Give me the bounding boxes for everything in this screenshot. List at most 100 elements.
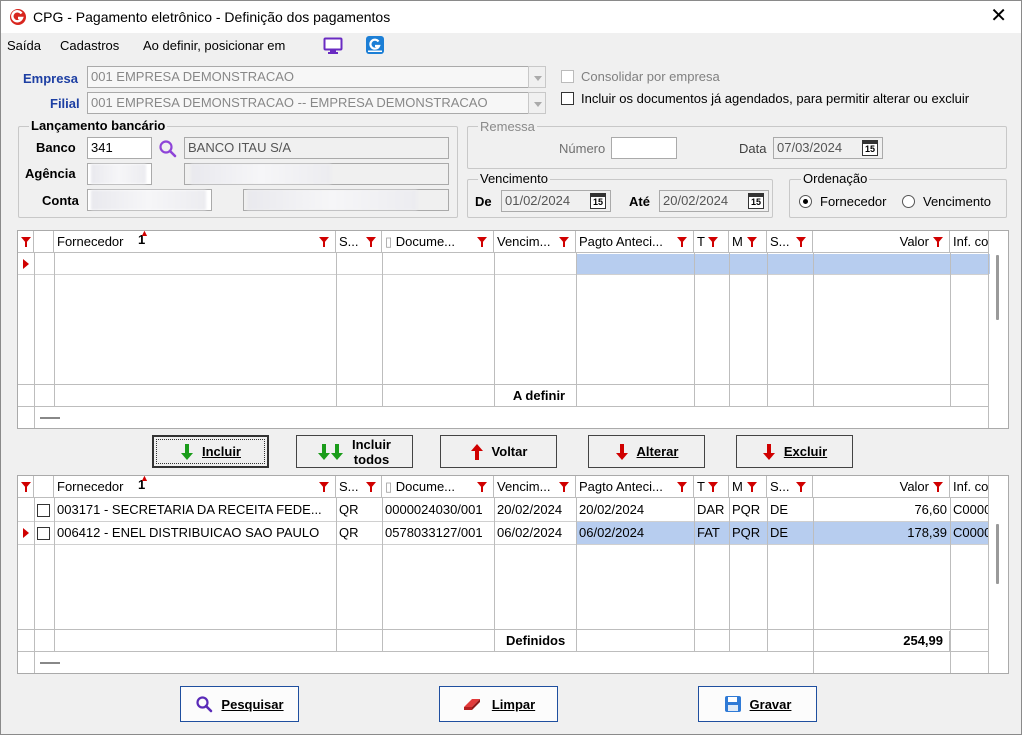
g-app-icon[interactable] <box>365 35 385 55</box>
banco-label: Banco <box>36 140 76 155</box>
header-s2[interactable]: S... <box>767 476 813 498</box>
cell-valor: 76,60 <box>914 502 947 517</box>
header-t[interactable]: T <box>694 231 729 253</box>
consolidar-checkbox[interactable] <box>561 70 574 83</box>
h-scroll-thumb[interactable] <box>40 662 60 664</box>
search-banco-icon[interactable] <box>158 139 178 159</box>
cell-inf: C0000 <box>953 525 988 540</box>
agencia-label: Agência <box>25 166 76 181</box>
filter-icon <box>796 237 806 247</box>
incluir-agendados-checkbox[interactable] <box>561 92 574 105</box>
header-vencimento[interactable]: Vencim... <box>494 476 576 498</box>
numero-input[interactable] <box>611 137 677 159</box>
header-s2[interactable]: S... <box>767 231 813 253</box>
incluir-todos-button[interactable]: Incluir todos <box>296 435 413 468</box>
arrow-up-red-icon <box>470 443 483 460</box>
cell-s: QR <box>339 525 359 540</box>
search-icon <box>196 696 213 713</box>
banco-code-input[interactable]: 341 <box>87 137 152 159</box>
header-vencimento[interactable]: Vencim... <box>494 231 576 253</box>
table-row-selected[interactable] <box>576 254 990 274</box>
ate-label: Até <box>629 194 650 209</box>
header-valor[interactable]: Valor <box>813 231 950 253</box>
header-t[interactable]: T <box>694 476 729 498</box>
gravar-button[interactable]: Gravar <box>698 686 817 722</box>
footer-a-definir: A definir <box>512 388 566 403</box>
header-inf[interactable]: Inf. co <box>950 231 990 253</box>
filter-icon <box>559 482 569 492</box>
cell-s: QR <box>339 502 359 517</box>
v-scroll-thumb[interactable] <box>996 255 999 320</box>
row-checkbox[interactable] <box>37 504 50 517</box>
v-scroll-thumb[interactable] <box>996 524 999 584</box>
table-row[interactable]: 003171 - SECRETARIA DA RECEITA FEDE... Q… <box>18 499 988 521</box>
filter-icon <box>747 237 757 247</box>
header-arrow-col[interactable] <box>18 476 34 498</box>
menu-cadastros[interactable]: Cadastros <box>60 38 119 53</box>
radio-fornecedor[interactable] <box>799 195 812 208</box>
cell-m: PQR <box>732 502 761 517</box>
header-m[interactable]: M <box>729 476 767 498</box>
grid-a-definir[interactable]: Fornecedor 1 ▲ S... ▯ Docume... Vencim..… <box>17 230 1009 429</box>
incluir-button[interactable]: Incluir <box>152 435 269 468</box>
filial-combo[interactable]: 001 EMPRESA DEMONSTRACAO -- EMPRESA DEMO… <box>87 92 529 114</box>
filial-dropdown-icon[interactable] <box>528 92 546 114</box>
header-s[interactable]: S... <box>336 476 382 498</box>
alterar-button[interactable]: Alterar <box>588 435 705 468</box>
h-scroll-thumb[interactable] <box>40 417 60 419</box>
cell-t: FAT <box>697 525 720 540</box>
title-bar: CPG - Pagamento eletrônico - Definição d… <box>1 1 1021 33</box>
cell-inf: C0000 <box>953 502 988 517</box>
limpar-button[interactable]: Limpar <box>439 686 558 722</box>
header-documento[interactable]: ▯ Docume... <box>382 476 494 498</box>
header-pagto[interactable]: Pagto Anteci... <box>576 476 694 498</box>
grid-definidos[interactable]: Fornecedor 1 ▲ S... ▯ Docume... Vencim..… <box>17 475 1009 674</box>
footer-total: 254,99 <box>813 631 950 651</box>
calendar-ate-icon[interactable]: 15 <box>748 193 764 209</box>
menu-ao-definir[interactable]: Ao definir, posicionar em <box>143 38 285 53</box>
filter-icon <box>366 237 376 247</box>
remessa-title: Remessa <box>478 119 537 134</box>
header-m[interactable]: M <box>729 231 767 253</box>
cell-vencimento: 06/02/2024 <box>497 525 563 540</box>
header-check-col[interactable] <box>34 476 54 498</box>
header-documento[interactable]: ▯ Docume... <box>382 231 494 253</box>
cell-vencimento: 20/02/2024 <box>497 502 563 517</box>
radio-vencimento[interactable] <box>902 195 915 208</box>
double-arrow-down-green-icon <box>317 443 343 460</box>
calendar-data-icon[interactable]: 15 <box>862 140 878 156</box>
header-pagto[interactable]: Pagto Anteci... <box>576 231 694 253</box>
voltar-button[interactable]: Voltar <box>440 435 557 468</box>
radio-vencimento-label: Vencimento <box>923 194 991 209</box>
header-fornecedor[interactable]: Fornecedor 1 ▲ <box>54 231 336 253</box>
main-window: CPG - Pagamento eletrônico - Definição d… <box>0 0 1022 735</box>
header-check-col[interactable] <box>34 231 54 253</box>
filter-icon <box>366 482 376 492</box>
cell-documento: 0000024030/001 <box>385 502 483 517</box>
filter-icon <box>559 237 569 247</box>
remessa-group <box>467 126 1007 169</box>
row-checkbox[interactable] <box>37 527 50 540</box>
empresa-dropdown-icon[interactable] <box>528 66 546 88</box>
cell-s2: DE <box>770 525 789 540</box>
header-s[interactable]: S... <box>336 231 382 253</box>
agencia-redacted <box>91 164 146 184</box>
empresa-combo[interactable]: 001 EMPRESA DEMONSTRACAO <box>87 66 529 88</box>
filial-label: Filial <box>50 96 80 111</box>
calendar-de-icon[interactable]: 15 <box>590 193 606 209</box>
monitor-icon[interactable] <box>323 37 343 55</box>
excluir-button[interactable]: Excluir <box>736 435 853 468</box>
header-inf[interactable]: Inf. co <box>950 476 990 498</box>
cell-documento: 0578033127/001 <box>385 525 483 540</box>
sort-up-icon: ▲ <box>140 231 149 238</box>
cell-fornecedor: 003171 - SECRETARIA DA RECEITA FEDE... <box>57 502 322 517</box>
arrow-down-red-icon <box>762 443 775 460</box>
header-fornecedor[interactable]: Fornecedor 1 ▲ <box>54 476 336 498</box>
table-row-selected[interactable]: 006412 - ENEL DISTRIBUICAO SAO PAULO QR … <box>18 522 988 544</box>
header-valor[interactable]: Valor <box>813 476 950 498</box>
header-arrow-col[interactable] <box>18 231 34 253</box>
menu-saida[interactable]: Saída <box>7 38 41 53</box>
pesquisar-button[interactable]: Pesquisar <box>180 686 299 722</box>
close-icon[interactable]: ✕ <box>990 6 1007 26</box>
data-label: Data <box>739 141 767 156</box>
